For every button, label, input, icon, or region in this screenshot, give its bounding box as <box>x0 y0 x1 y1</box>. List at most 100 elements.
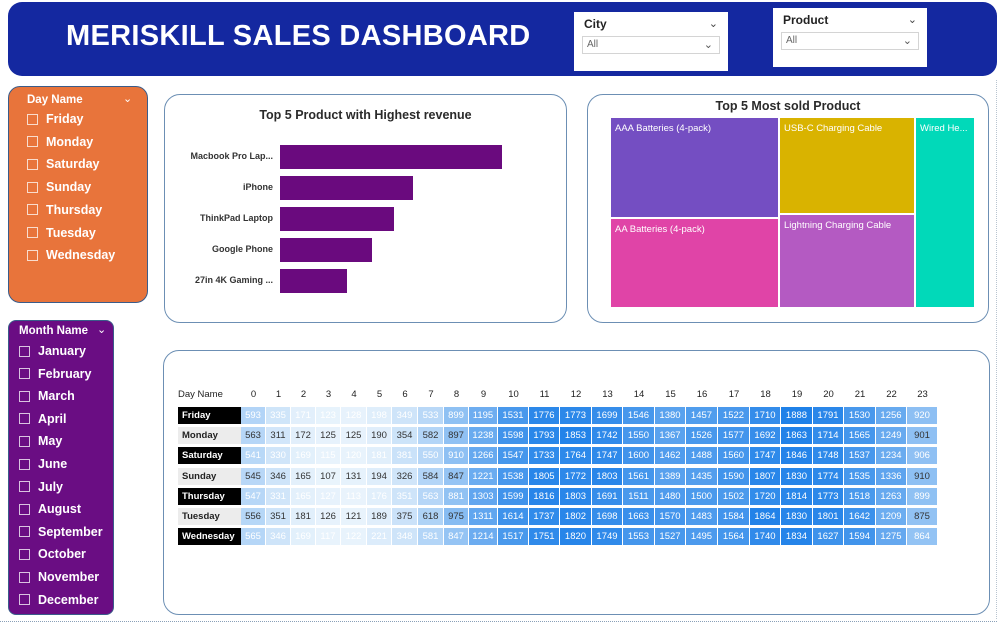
checkbox[interactable] <box>27 113 38 125</box>
matrix-cell[interactable]: 351 <box>266 508 291 525</box>
matrix-cell[interactable]: 1776 <box>529 407 560 424</box>
day-option[interactable]: Wednesday <box>27 245 115 265</box>
matrix-cell[interactable]: 1560 <box>718 447 750 465</box>
matrix-cell[interactable]: 120 <box>341 447 367 465</box>
matrix-cell[interactable]: 331 <box>266 487 291 505</box>
month-option[interactable]: March <box>19 386 75 406</box>
matrix-cell[interactable]: 1266 <box>469 447 498 465</box>
matrix-cell[interactable]: 906 <box>907 447 938 465</box>
matrix-cell[interactable]: 1457 <box>686 407 718 424</box>
day-option[interactable]: Sunday <box>27 177 91 197</box>
checkbox[interactable] <box>27 181 38 193</box>
day-option[interactable]: Saturday <box>27 154 100 174</box>
matrix-cell[interactable]: 194 <box>367 467 392 485</box>
chevron-down-icon[interactable]: ⌄ <box>908 13 917 26</box>
matrix-cell[interactable]: 1699 <box>592 407 623 424</box>
matrix-cell[interactable]: 198 <box>367 407 392 424</box>
matrix-cell[interactable]: 1221 <box>469 467 498 485</box>
matrix-cell[interactable]: 169 <box>291 447 316 465</box>
revenue-bar[interactable] <box>280 145 502 169</box>
matrix-cell[interactable]: 311 <box>266 427 291 445</box>
matrix-cell[interactable]: 1830 <box>781 508 813 525</box>
matrix-cell[interactable]: 1816 <box>529 487 560 505</box>
matrix-cell[interactable]: 189 <box>367 508 392 525</box>
matrix-cell[interactable]: 169 <box>291 528 316 546</box>
revenue-bar[interactable] <box>280 207 394 231</box>
matrix-cell[interactable]: 1527 <box>655 528 686 546</box>
matrix-cell[interactable]: 1863 <box>781 427 813 445</box>
matrix-cell[interactable]: 181 <box>291 508 316 525</box>
matrix-cell[interactable]: 1234 <box>876 447 907 465</box>
matrix-cell[interactable]: 1888 <box>781 407 813 424</box>
month-option[interactable]: June <box>19 454 67 474</box>
matrix-cell[interactable]: 1807 <box>750 467 781 485</box>
matrix-cell[interactable]: 1720 <box>750 487 781 505</box>
matrix-cell[interactable]: 1614 <box>498 508 529 525</box>
matrix-cell[interactable]: 1517 <box>498 528 529 546</box>
checkbox[interactable] <box>19 594 30 606</box>
matrix-cell[interactable]: 584 <box>418 467 444 485</box>
matrix-cell[interactable]: 348 <box>392 528 418 546</box>
month-option[interactable]: September <box>19 522 103 542</box>
matrix-cell[interactable]: 1749 <box>592 528 623 546</box>
checkbox[interactable] <box>19 345 30 357</box>
month-option[interactable]: May <box>19 431 62 451</box>
matrix-cell[interactable]: 1764 <box>560 447 592 465</box>
matrix-cell[interactable]: 1740 <box>750 528 781 546</box>
matrix-cell[interactable]: 171 <box>291 407 316 424</box>
matrix-cell[interactable]: 1480 <box>655 487 686 505</box>
matrix-cell[interactable]: 107 <box>316 467 341 485</box>
matrix-cell[interactable]: 533 <box>418 407 444 424</box>
matrix-cell[interactable]: 172 <box>291 427 316 445</box>
matrix-cell[interactable]: 864 <box>907 528 938 546</box>
checkbox[interactable] <box>19 526 30 538</box>
matrix-cell[interactable]: 1546 <box>623 407 655 424</box>
matrix-cell[interactable]: 1751 <box>529 528 560 546</box>
matrix-cell[interactable]: 1714 <box>813 427 844 445</box>
matrix-cell[interactable]: 1599 <box>498 487 529 505</box>
matrix-cell[interactable]: 1275 <box>876 528 907 546</box>
matrix-cell[interactable]: 1773 <box>560 407 592 424</box>
matrix-cell[interactable]: 1805 <box>529 467 560 485</box>
matrix-cell[interactable]: 1500 <box>686 487 718 505</box>
month-option[interactable]: October <box>19 544 86 564</box>
matrix-cell[interactable]: 1834 <box>781 528 813 546</box>
matrix-cell[interactable]: 1772 <box>560 467 592 485</box>
matrix-cell[interactable]: 1550 <box>623 427 655 445</box>
matrix-cell[interactable]: 1538 <box>498 467 529 485</box>
matrix-cell[interactable]: 1195 <box>469 407 498 424</box>
day-option[interactable]: Monday <box>27 132 93 152</box>
matrix-cell[interactable]: 381 <box>392 447 418 465</box>
treemap-tile[interactable]: Wired He... <box>915 117 975 308</box>
matrix-cell[interactable]: 1710 <box>750 407 781 424</box>
matrix-cell[interactable]: 1553 <box>623 528 655 546</box>
checkbox[interactable] <box>19 435 30 447</box>
matrix-cell[interactable]: 1249 <box>876 427 907 445</box>
matrix-cell[interactable]: 122 <box>341 528 367 546</box>
matrix-cell[interactable]: 1561 <box>623 467 655 485</box>
matrix-cell[interactable]: 545 <box>241 467 266 485</box>
matrix-cell[interactable]: 1802 <box>560 508 592 525</box>
matrix-cell[interactable]: 899 <box>907 487 938 505</box>
matrix-cell[interactable]: 115 <box>316 447 341 465</box>
matrix-cell[interactable]: 1803 <box>560 487 592 505</box>
matrix-cell[interactable]: 1801 <box>813 508 844 525</box>
matrix-cell[interactable]: 1483 <box>686 508 718 525</box>
matrix-cell[interactable]: 349 <box>392 407 418 424</box>
matrix-cell[interactable]: 190 <box>367 427 392 445</box>
day-option[interactable]: Tuesday <box>27 223 96 243</box>
matrix-cell[interactable]: 975 <box>444 508 469 525</box>
matrix-cell[interactable]: 899 <box>444 407 469 424</box>
matrix-cell[interactable]: 346 <box>266 528 291 546</box>
matrix-cell[interactable]: 1600 <box>623 447 655 465</box>
month-option[interactable]: April <box>19 409 66 429</box>
matrix-cell[interactable]: 1733 <box>529 447 560 465</box>
checkbox[interactable] <box>27 204 38 216</box>
matrix-cell[interactable]: 1774 <box>813 467 844 485</box>
matrix-cell[interactable]: 1537 <box>844 447 876 465</box>
matrix-cell[interactable]: 1435 <box>686 467 718 485</box>
matrix-cell[interactable]: 618 <box>418 508 444 525</box>
matrix-cell[interactable]: 910 <box>907 467 938 485</box>
matrix-cell[interactable]: 1389 <box>655 467 686 485</box>
matrix-cell[interactable]: 1642 <box>844 508 876 525</box>
